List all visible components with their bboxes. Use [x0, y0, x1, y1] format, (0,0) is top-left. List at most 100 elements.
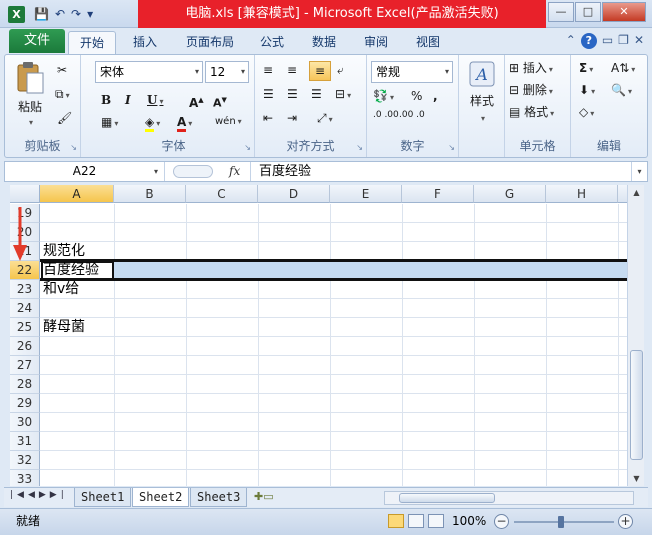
tab-review[interactable]: 审阅: [356, 31, 396, 54]
redo-icon[interactable]: ↷: [71, 5, 81, 23]
phonetic-icon[interactable]: wén ▾: [215, 113, 242, 131]
page-layout-view-icon[interactable]: [408, 514, 424, 528]
decrease-decimal-button[interactable]: .00 .0: [399, 111, 427, 120]
doc-restore-icon[interactable]: ❐: [618, 33, 629, 49]
doc-minimize-icon[interactable]: ▭: [602, 33, 613, 49]
column-header-b[interactable]: B: [114, 185, 186, 203]
paste-button[interactable]: 粘贴 ▾: [13, 61, 47, 127]
tab-formulas[interactable]: 公式: [252, 31, 292, 54]
row-header-29[interactable]: 29: [10, 394, 40, 413]
percent-button[interactable]: %: [411, 87, 422, 105]
tab-data[interactable]: 数据: [304, 31, 344, 54]
tab-home[interactable]: 开始: [68, 31, 116, 54]
zoom-level[interactable]: 100%: [452, 509, 486, 534]
select-all-corner[interactable]: [10, 185, 40, 203]
insert-function-icon[interactable]: fx: [229, 162, 240, 181]
increase-decimal-button[interactable]: .0 .00: [373, 111, 401, 120]
formula-splitter[interactable]: [173, 165, 213, 178]
scroll-down-icon[interactable]: ▼: [629, 471, 644, 486]
normal-view-icon[interactable]: [388, 514, 404, 528]
format-cells-button[interactable]: ▤ 格式 ▾: [509, 103, 554, 123]
find-select-icon[interactable]: 🔍 ▾: [611, 81, 632, 101]
row-header-31[interactable]: 31: [10, 432, 40, 451]
number-format-combo[interactable]: 常规 ▾: [371, 61, 453, 83]
formula-input[interactable]: 百度经验: [259, 162, 311, 181]
comma-button[interactable]: ,: [433, 87, 438, 105]
increase-font-icon[interactable]: A▲: [189, 91, 204, 112]
border-icon[interactable]: ▦ ▾: [101, 113, 118, 133]
worksheet-grid[interactable]: A B C D E F G H 19 20 21 22 23 24 25 26 …: [10, 185, 627, 486]
row-header-25[interactable]: 25: [10, 318, 40, 337]
help-icon[interactable]: ?: [580, 33, 597, 49]
increase-indent-icon[interactable]: ⇥: [287, 109, 297, 127]
row-header-33[interactable]: 33: [10, 470, 40, 486]
column-header-e[interactable]: E: [330, 185, 402, 203]
cell-a23[interactable]: 和v给: [43, 280, 79, 299]
font-launcher-icon[interactable]: ↘: [244, 143, 251, 152]
underline-button[interactable]: U ▾: [147, 91, 163, 110]
undo-icon[interactable]: ↶: [55, 5, 65, 23]
cell-a22[interactable]: 百度经验: [43, 261, 99, 280]
excel-app-icon[interactable]: X: [8, 6, 25, 23]
autosum-button[interactable]: Σ ▾: [579, 59, 593, 79]
row-header-28[interactable]: 28: [10, 375, 40, 394]
column-header-d[interactable]: D: [258, 185, 330, 203]
bold-button[interactable]: B: [101, 91, 111, 109]
horizontal-scrollbar[interactable]: [384, 491, 634, 505]
maximize-button[interactable]: □: [575, 2, 601, 22]
decrease-indent-icon[interactable]: ⇤: [263, 109, 273, 127]
orientation-icon[interactable]: ⤢ ▾: [317, 109, 333, 129]
format-painter-icon[interactable]: 🖌: [57, 109, 72, 127]
column-header-h[interactable]: H: [546, 185, 618, 203]
fill-icon[interactable]: ⬇ ▾: [579, 81, 595, 101]
clear-icon[interactable]: ◇ ▾: [579, 103, 594, 123]
font-color-icon[interactable]: A ▾: [177, 113, 192, 133]
row-header-23[interactable]: 23: [10, 280, 40, 299]
page-break-view-icon[interactable]: [428, 514, 444, 528]
sheet-tab-sheet1[interactable]: Sheet1: [74, 488, 132, 507]
wrap-text-icon[interactable]: ⤶: [337, 61, 344, 79]
minimize-ribbon-icon[interactable]: ⌃: [566, 33, 576, 49]
name-box[interactable]: A22 ▾: [5, 162, 165, 181]
column-header-f[interactable]: F: [402, 185, 474, 203]
alignment-launcher-icon[interactable]: ↘: [356, 143, 363, 152]
cut-icon[interactable]: ✂: [57, 61, 67, 79]
clipboard-launcher-icon[interactable]: ↘: [70, 143, 77, 152]
number-launcher-icon[interactable]: ↘: [448, 143, 455, 152]
align-center-icon[interactable]: ☰: [287, 85, 298, 103]
expand-formula-icon[interactable]: ▾: [631, 162, 647, 181]
column-header-g[interactable]: G: [474, 185, 546, 203]
sheet-tab-sheet3[interactable]: Sheet3: [190, 488, 248, 507]
row-header-30[interactable]: 30: [10, 413, 40, 432]
scroll-up-icon[interactable]: ▲: [629, 185, 644, 200]
tab-file[interactable]: 文件: [9, 29, 65, 53]
tab-view[interactable]: 视图: [408, 31, 448, 54]
copy-icon[interactable]: ⧉ ▾: [55, 85, 70, 105]
close-button[interactable]: ✕: [602, 2, 646, 22]
doc-close-icon[interactable]: ✕: [634, 33, 644, 49]
fill-color-icon[interactable]: ◈ ▾: [145, 113, 160, 133]
tab-page-layout[interactable]: 页面布局: [178, 31, 242, 54]
align-middle-icon[interactable]: ≡: [287, 61, 297, 79]
vertical-scrollbar[interactable]: ▲ ▼: [627, 185, 644, 486]
cell-a25[interactable]: 酵母菌: [43, 318, 85, 337]
row-header-27[interactable]: 27: [10, 356, 40, 375]
save-icon[interactable]: 💾: [34, 5, 49, 23]
insert-cells-button[interactable]: ⊞ 插入 ▾: [509, 59, 553, 79]
merge-center-icon[interactable]: ⊟ ▾: [335, 85, 351, 105]
row-header-24[interactable]: 24: [10, 299, 40, 318]
customize-qat-icon[interactable]: ▾: [87, 5, 93, 23]
column-header-partial[interactable]: [618, 185, 627, 203]
sheet-nav-icons[interactable]: |◀◀▶▶|: [10, 490, 68, 500]
align-bottom-icon[interactable]: ≡: [309, 61, 331, 81]
insert-sheet-icon[interactable]: ✚▭: [254, 490, 274, 503]
column-header-a[interactable]: A: [40, 185, 114, 203]
zoom-out-icon[interactable]: −: [494, 514, 509, 529]
styles-button[interactable]: A 样式 ▾: [465, 61, 499, 128]
row-header-26[interactable]: 26: [10, 337, 40, 356]
sort-filter-icon[interactable]: A⇅ ▾: [611, 59, 635, 79]
row-header-32[interactable]: 32: [10, 451, 40, 470]
horizontal-scroll-thumb[interactable]: [399, 493, 495, 503]
column-header-c[interactable]: C: [186, 185, 258, 203]
cell-a21[interactable]: 规范化: [43, 242, 85, 261]
